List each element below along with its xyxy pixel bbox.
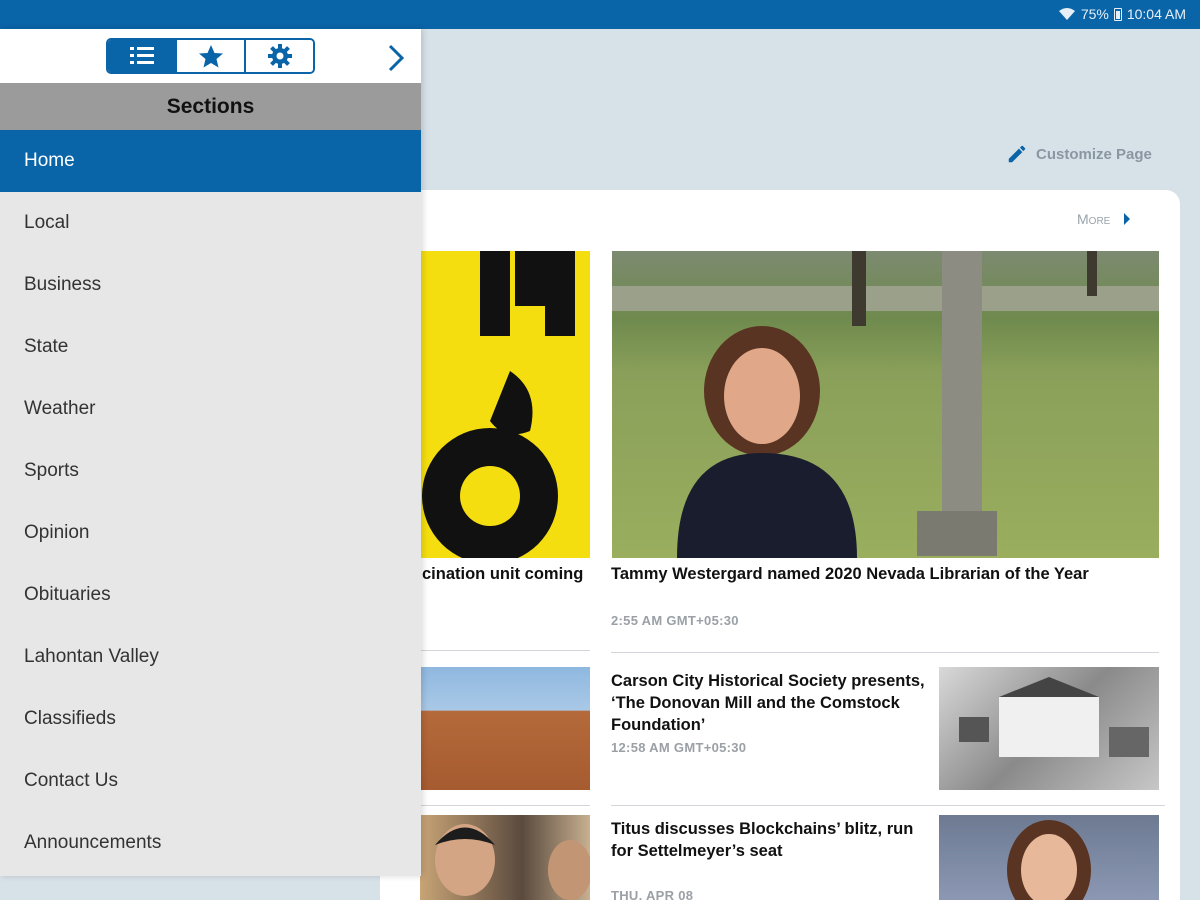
story-image-building[interactable] [420,667,590,790]
sections-list: Home Local Business State Weather Sports… [0,130,421,874]
sidebar-item-contact-us[interactable]: Contact Us [0,750,421,812]
pencil-icon [1008,145,1026,163]
drawer-tab-group [106,38,315,74]
sidebar-item-local[interactable]: Local [0,192,421,254]
sidebar-item-announcements[interactable]: Announcements [0,812,421,874]
sidebar-item-weather[interactable]: Weather [0,378,421,440]
more-label: More [1077,211,1111,227]
sections-header: Sections [0,83,421,130]
tab-settings[interactable] [246,40,313,72]
story-timestamp: THU, APR 08 [611,888,694,900]
sidebar-item-business[interactable]: Business [0,254,421,316]
sidebar-item-home[interactable]: Home [0,130,421,192]
customize-page-button[interactable]: Customize Page [1006,143,1152,165]
wifi-icon [1058,8,1075,20]
sidebar-item-state[interactable]: State [0,316,421,378]
star-icon [198,45,223,68]
story-image-vaccination[interactable] [420,251,590,558]
story-timestamp: 2:55 AM GMT+05:30 [611,613,739,628]
battery-percent: 75% [1080,6,1109,22]
gear-icon [267,44,292,68]
story-timestamp: 12:58 AM GMT+05:30 [611,740,747,755]
story-image-students[interactable] [420,815,590,900]
battery-icon [1113,7,1122,21]
story-headline[interactable]: Tammy Westergard named 2020 Nevada Libra… [611,563,1159,585]
play-arrow-icon [1124,213,1131,225]
divider [611,652,1159,653]
story-image-portrait[interactable] [939,815,1159,900]
divider [420,650,590,651]
story-headline[interactable]: Titus discusses Blockchains’ blitz, run … [611,818,929,862]
story-headline[interactable]: Carson City Historical Society presents,… [611,670,929,736]
drawer-toolbar [0,29,421,83]
sidebar-item-classifieds[interactable]: Classifieds [0,688,421,750]
divider [420,805,590,806]
story-headline[interactable]: cination unit coming [422,563,592,585]
divider [611,805,1165,806]
story-image-librarian[interactable] [612,251,1159,558]
status-bar: 75% 10:04 AM [0,0,1200,29]
sections-drawer: Sections Home Local Business State Weath… [0,29,421,876]
status-indicators: 75% 10:04 AM [1058,6,1186,22]
sidebar-item-obituaries[interactable]: Obituaries [0,564,421,626]
sidebar-item-sports[interactable]: Sports [0,440,421,502]
story-image-historical-map[interactable] [939,667,1159,790]
sidebar-item-opinion[interactable]: Opinion [0,502,421,564]
list-icon [129,47,154,64]
customize-page-label: Customize Page [1036,145,1152,163]
tab-sections[interactable] [108,40,177,72]
tab-favorites[interactable] [177,40,246,72]
sidebar-item-lahontan-valley[interactable]: Lahontan Valley [0,626,421,688]
more-link[interactable]: More [1077,211,1131,227]
clock: 10:04 AM [1126,6,1186,22]
chevron-right-icon[interactable] [384,43,408,73]
